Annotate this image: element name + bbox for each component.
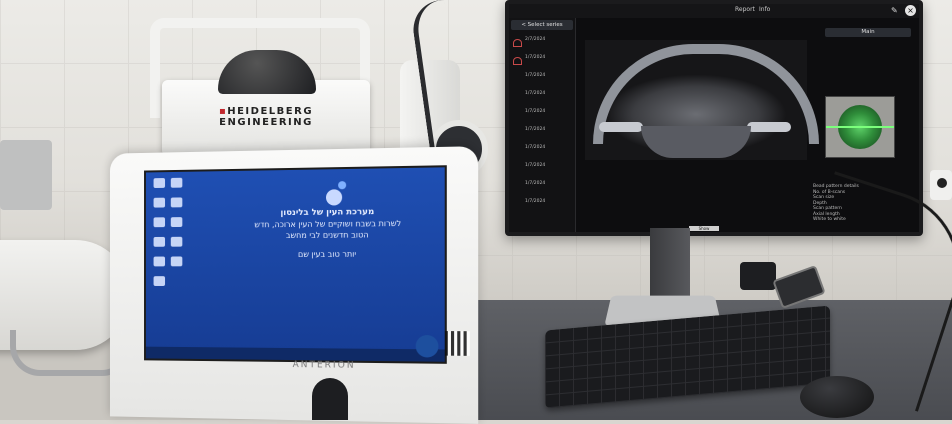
eye-thumbnail[interactable]	[825, 96, 895, 158]
qr-code-icon	[444, 331, 470, 356]
monitor-toolbar: Report Info ✎ ×	[509, 4, 919, 18]
list-item[interactable]: 1/7/2024	[513, 91, 573, 101]
list-item[interactable]: 1/7/2024	[513, 73, 573, 83]
wall-shelf	[0, 140, 52, 210]
series-panel: < Select series 2/7/2024 1/7/2024 1/7/20…	[509, 18, 576, 232]
main-button[interactable]: Main	[825, 28, 911, 37]
instrument-tablet: מערכת העין של בלינסון לשרות בשבח ושוקיים…	[109, 146, 479, 424]
list-item[interactable]: 1/7/2024	[513, 199, 573, 209]
badge-icon	[415, 334, 439, 358]
select-series-button[interactable]: < Select series	[511, 20, 573, 30]
desktop-icon[interactable]	[170, 236, 183, 247]
model-name: ANTERION	[292, 360, 356, 371]
desktop-icon[interactable]	[170, 197, 183, 208]
tablet-screen[interactable]: מערכת העין של בלינסון לשרות בשבח ושוקיים…	[144, 165, 447, 364]
show-button[interactable]: Show	[689, 226, 719, 231]
power-outlet	[930, 170, 952, 200]
desktop-icon[interactable]	[153, 217, 166, 228]
list-item[interactable]: 1/7/2024	[513, 181, 573, 191]
list-item[interactable]: 1/7/2024	[513, 127, 573, 137]
scan-line	[826, 126, 894, 128]
desktop-icon[interactable]	[153, 178, 166, 189]
wallpaper-message: מערכת העין של בלינסון לשרות בשבח ושוקיים…	[252, 207, 403, 260]
iris-left	[599, 122, 643, 132]
list-item[interactable]: 1/7/2024	[513, 163, 573, 173]
report-tab[interactable]: Report	[735, 6, 755, 13]
scan-icon	[513, 57, 522, 65]
close-icon[interactable]: ×	[905, 5, 916, 16]
router	[740, 262, 776, 290]
desktop-icon[interactable]	[170, 217, 183, 228]
list-item[interactable]: 2/7/2024	[513, 37, 573, 47]
oct-anterior-segment-image[interactable]	[585, 40, 819, 160]
joystick[interactable]	[312, 378, 348, 420]
brand-logo: ▪HEIDELBERG ENGINEERING	[218, 106, 314, 128]
info-tab[interactable]: Info	[759, 6, 770, 13]
desktop-icon[interactable]	[153, 197, 166, 208]
desktop-icon[interactable]	[153, 256, 166, 267]
iris-right	[747, 122, 791, 132]
edit-icon[interactable]: ✎	[891, 6, 900, 15]
monitor-stand	[650, 228, 690, 298]
list-item[interactable]: 1/7/2024	[513, 145, 573, 155]
desktop-icon[interactable]	[170, 177, 183, 188]
wallpaper-text: לשרות בשבח ושוקיים של העין ארוכה, חדש הט…	[254, 218, 402, 241]
desktop-icon[interactable]	[153, 276, 166, 286]
list-item[interactable]: 1/7/2024	[513, 109, 573, 119]
wallpaper-signature: יותר טוב בעין שם	[297, 249, 357, 259]
list-item[interactable]: 1/7/2024	[513, 55, 573, 65]
hospital-logo-icon	[322, 181, 348, 208]
scan-icon	[513, 39, 522, 47]
desktop-icon[interactable]	[153, 236, 166, 247]
qr-sticker	[415, 331, 470, 362]
lens	[641, 126, 751, 158]
desktop-icon[interactable]	[170, 256, 183, 267]
